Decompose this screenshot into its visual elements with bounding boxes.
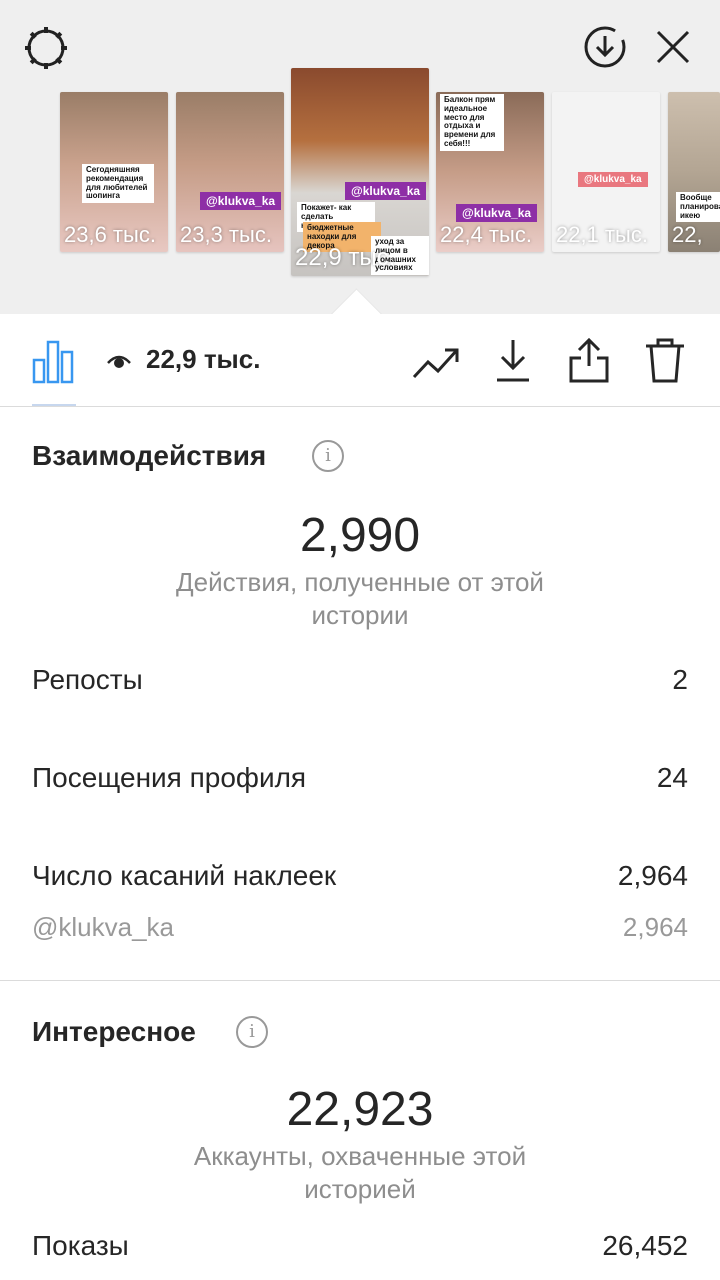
sticker-mention-label[interactable]: @klukva_ka — [32, 912, 174, 943]
story-thumbnail[interactable]: Сегодняшняя рекомендация для любителей ш… — [60, 92, 168, 252]
story-carousel-area: Сегодняшняя рекомендация для любителей ш… — [0, 0, 720, 314]
download-circle-icon — [584, 26, 626, 68]
download-icon — [497, 340, 529, 382]
reach-caption: Аккаунты, охваченные этой историей — [193, 1141, 527, 1204]
story-thumbnail[interactable]: @klukva_ka 23,3 тыс. — [176, 92, 284, 252]
promote-button[interactable] — [410, 338, 462, 386]
reach-total: 22,923 — [286, 1083, 434, 1136]
info-icon[interactable]: i — [312, 440, 344, 472]
sticker-mention-value: 2,964 — [622, 912, 688, 942]
mention-sticker: @klukva_ka — [578, 172, 648, 187]
info-icon[interactable]: i — [236, 1016, 268, 1048]
discovery-title: Интересное — [32, 1016, 196, 1047]
interactions-title: Взаимодействия — [32, 440, 267, 471]
story-views: 23,6 тыс. — [64, 222, 156, 247]
interactions-total: 2,990 — [299, 509, 421, 562]
trash-icon — [646, 338, 684, 383]
download-story-button[interactable] — [580, 22, 630, 72]
story-thumbnail[interactable]: Вообще планирова икею 22, — [668, 92, 720, 252]
mention-sticker: @klukva_ka — [456, 204, 538, 222]
sticker-taps-label: Число касаний наклеек — [32, 860, 337, 891]
story-thumbnail[interactable]: @klukva_ka 22,1 тыс. — [552, 92, 660, 252]
profile-visits-value: 24 — [656, 762, 688, 793]
story-views-count: 22,9 тыс. — [146, 344, 261, 374]
tab-underline — [32, 404, 76, 406]
story-caption: Вообще планирова икею — [676, 192, 720, 223]
profile-visits-label: Посещения профиля — [32, 762, 307, 793]
close-icon — [656, 30, 690, 64]
story-views: 22,1 тыс. — [556, 222, 648, 247]
share-button[interactable] — [564, 334, 614, 386]
story-thumbnail[interactable]: Балкон прям идеальное место для отдыха и… — [436, 92, 544, 252]
settings-button[interactable] — [22, 24, 70, 72]
mention-sticker: @klukva_ka — [345, 182, 427, 200]
story-caption: Балкон прям идеальное место для отдыха и… — [440, 94, 504, 151]
story-caption: Сегодняшняя рекомендация для любителей ш… — [82, 164, 154, 204]
delete-button[interactable] — [640, 334, 690, 386]
story-thumbnail-selected[interactable]: @klukva_ka Покажет- как сделать квартиру… — [291, 68, 429, 276]
story-views: 23,3 тыс. — [180, 222, 272, 247]
save-button[interactable] — [488, 334, 538, 386]
interactions-caption: Действия, полученные от этой истории — [176, 567, 544, 630]
mention-sticker: @klukva_ka — [200, 192, 282, 210]
insights-panel: 22,9 тыс. Взаимодействия i 2,990 Действи… — [0, 314, 720, 1280]
section-divider — [0, 980, 720, 981]
story-views: 22,9 тыс. — [295, 244, 396, 271]
reposts-value: 2 — [672, 664, 688, 695]
gear-icon — [25, 27, 67, 69]
close-button[interactable] — [650, 24, 696, 70]
bar-chart-icon — [32, 340, 74, 384]
trending-up-icon — [412, 348, 459, 379]
share-icon — [569, 337, 609, 383]
reposts-label: Репосты — [32, 664, 143, 695]
tab-insights[interactable] — [28, 336, 78, 386]
impressions-label: Показы — [32, 1230, 129, 1261]
story-views: 22, — [672, 222, 703, 247]
eye-icon — [107, 355, 131, 368]
insights-toolbar: 22,9 тыс. — [0, 314, 720, 407]
sticker-taps-value: 2,964 — [617, 860, 688, 891]
story-views: 22,4 тыс. — [440, 222, 532, 247]
impressions-value: 26,452 — [602, 1230, 688, 1261]
